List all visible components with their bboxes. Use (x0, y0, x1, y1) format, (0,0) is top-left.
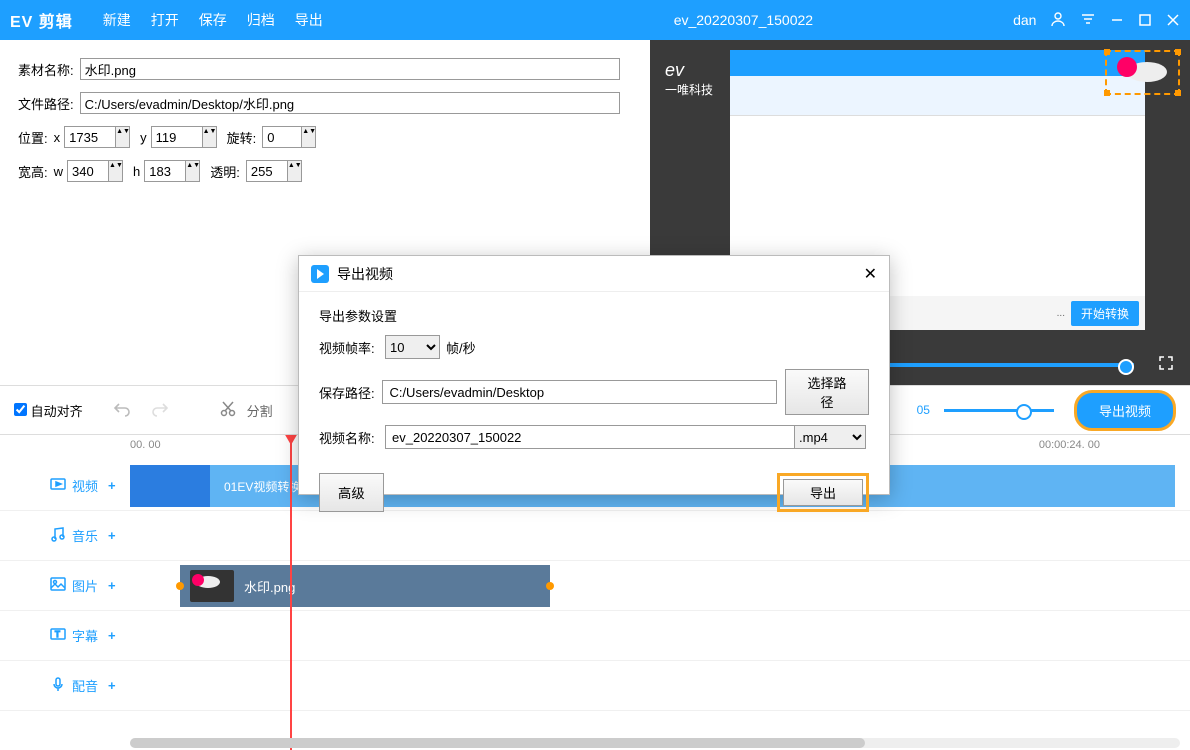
image-clip-name: 水印.png (244, 577, 295, 596)
clip-handle-right[interactable] (546, 582, 554, 590)
export-dialog-icon (311, 265, 329, 283)
user-icon[interactable] (1050, 11, 1066, 30)
auto-align-checkbox[interactable]: 自动对齐 (14, 401, 83, 420)
split-label[interactable]: 分割 (247, 401, 273, 420)
redo-icon[interactable] (151, 400, 169, 421)
opacity-input[interactable] (246, 160, 288, 182)
image-clip[interactable]: 水印.png (180, 565, 550, 607)
project-name: ev_20220307_150022 (674, 12, 813, 28)
h-spinner[interactable]: ▲▼ (186, 160, 200, 182)
zoom-slider[interactable] (944, 409, 1054, 412)
add-video-track[interactable]: + (108, 478, 116, 493)
brand-logo: ev 一唯科技 (665, 60, 713, 98)
menu-icon[interactable] (1080, 11, 1096, 30)
fps-label: 视频帧率: (319, 338, 385, 357)
video-track-label: 视频 (72, 476, 98, 495)
maximize-icon[interactable] (1138, 13, 1152, 30)
timeline-scrollbar[interactable] (130, 738, 1180, 748)
x-label: x (54, 130, 61, 145)
zoom-ratio: 05 (917, 403, 930, 417)
music-track-icon (50, 526, 66, 545)
add-subtitle-track[interactable]: + (108, 628, 116, 643)
export-confirm-button[interactable]: 导出 (783, 479, 863, 506)
voice-track-label: 配音 (72, 676, 98, 695)
browse-button[interactable]: 选择路径 (785, 369, 869, 415)
w-spinner[interactable]: ▲▼ (109, 160, 123, 182)
h-label: h (133, 164, 140, 179)
y-spinner[interactable]: ▲▼ (203, 126, 217, 148)
image-clip-thumbnail (190, 570, 234, 602)
fullscreen-icon[interactable] (1158, 355, 1174, 376)
fps-select[interactable]: 10 (385, 335, 440, 359)
size-label: 宽高: (18, 162, 48, 181)
rotate-input[interactable] (262, 126, 302, 148)
subtitle-track-icon: T (50, 626, 66, 645)
advanced-button[interactable]: 高级 (319, 473, 384, 512)
subtitle-track-label: 字幕 (72, 626, 98, 645)
menu-new[interactable]: 新建 (103, 10, 131, 30)
clip-handle-left[interactable] (176, 582, 184, 590)
add-music-track[interactable]: + (108, 528, 116, 543)
preview-start-button: 开始转换 (1071, 301, 1139, 326)
export-params-label: 导出参数设置 (319, 306, 869, 325)
ruler-start: 00. 00 (130, 439, 161, 451)
y-input[interactable] (151, 126, 203, 148)
export-dialog-title: 导出视频 (337, 264, 393, 284)
export-dialog: 导出视频 ✕ 导出参数设置 视频帧率: 10 帧/秒 保存路径: 选择路径 视频… (298, 255, 890, 495)
cut-icon[interactable] (219, 400, 237, 421)
save-path-label: 保存路径: (319, 383, 382, 402)
close-icon[interactable] (1166, 13, 1180, 30)
voice-track-icon (50, 676, 66, 695)
w-label: w (54, 164, 63, 179)
user-name[interactable]: dan (1013, 12, 1036, 28)
rotate-spinner[interactable]: ▲▼ (302, 126, 316, 148)
x-spinner[interactable]: ▲▼ (116, 126, 130, 148)
svg-text:T: T (55, 630, 60, 639)
export-video-button[interactable]: 导出视频 (1074, 390, 1176, 431)
undo-icon[interactable] (113, 400, 131, 421)
fps-unit: 帧/秒 (446, 338, 476, 357)
menu-archive[interactable]: 归档 (247, 10, 275, 30)
menu-open[interactable]: 打开 (151, 10, 179, 30)
video-name-label: 视频名称: (319, 428, 385, 447)
position-label: 位置: (18, 128, 48, 147)
watermark-overlay[interactable] (1105, 50, 1180, 95)
video-clip-thumbnail (130, 465, 210, 507)
video-name-input[interactable] (385, 425, 795, 449)
x-input[interactable] (64, 126, 116, 148)
video-track-icon (50, 476, 66, 495)
file-path-label: 文件路径: (18, 94, 74, 113)
opacity-label: 透明: (210, 162, 240, 181)
music-track-label: 音乐 (72, 526, 98, 545)
w-input[interactable] (67, 160, 109, 182)
save-path-input[interactable] (382, 380, 777, 404)
rotate-label: 旋转: (227, 128, 257, 147)
opacity-spinner[interactable]: ▲▼ (288, 160, 302, 182)
app-logo: EV 剪辑 (10, 8, 73, 32)
playhead[interactable] (290, 435, 292, 750)
minimize-icon[interactable] (1110, 13, 1124, 30)
add-image-track[interactable]: + (108, 578, 116, 593)
add-voice-track[interactable]: + (108, 678, 116, 693)
ruler-end: 00:00:24. 00 (1039, 439, 1100, 451)
titlebar: EV 剪辑 新建 打开 保存 归档 导出 ev_20220307_150022 … (0, 0, 1190, 40)
dialog-close-icon[interactable]: ✕ (864, 264, 877, 284)
material-name-label: 素材名称: (18, 60, 74, 79)
format-select[interactable]: .mp4 (794, 425, 866, 449)
menu-save[interactable]: 保存 (199, 10, 227, 30)
y-label: y (140, 130, 147, 145)
menu-export[interactable]: 导出 (295, 10, 323, 30)
image-track-icon (50, 576, 66, 595)
material-name-input[interactable] (80, 58, 620, 80)
h-input[interactable] (144, 160, 186, 182)
file-path-input[interactable] (80, 92, 620, 114)
image-track-label: 图片 (72, 576, 98, 595)
